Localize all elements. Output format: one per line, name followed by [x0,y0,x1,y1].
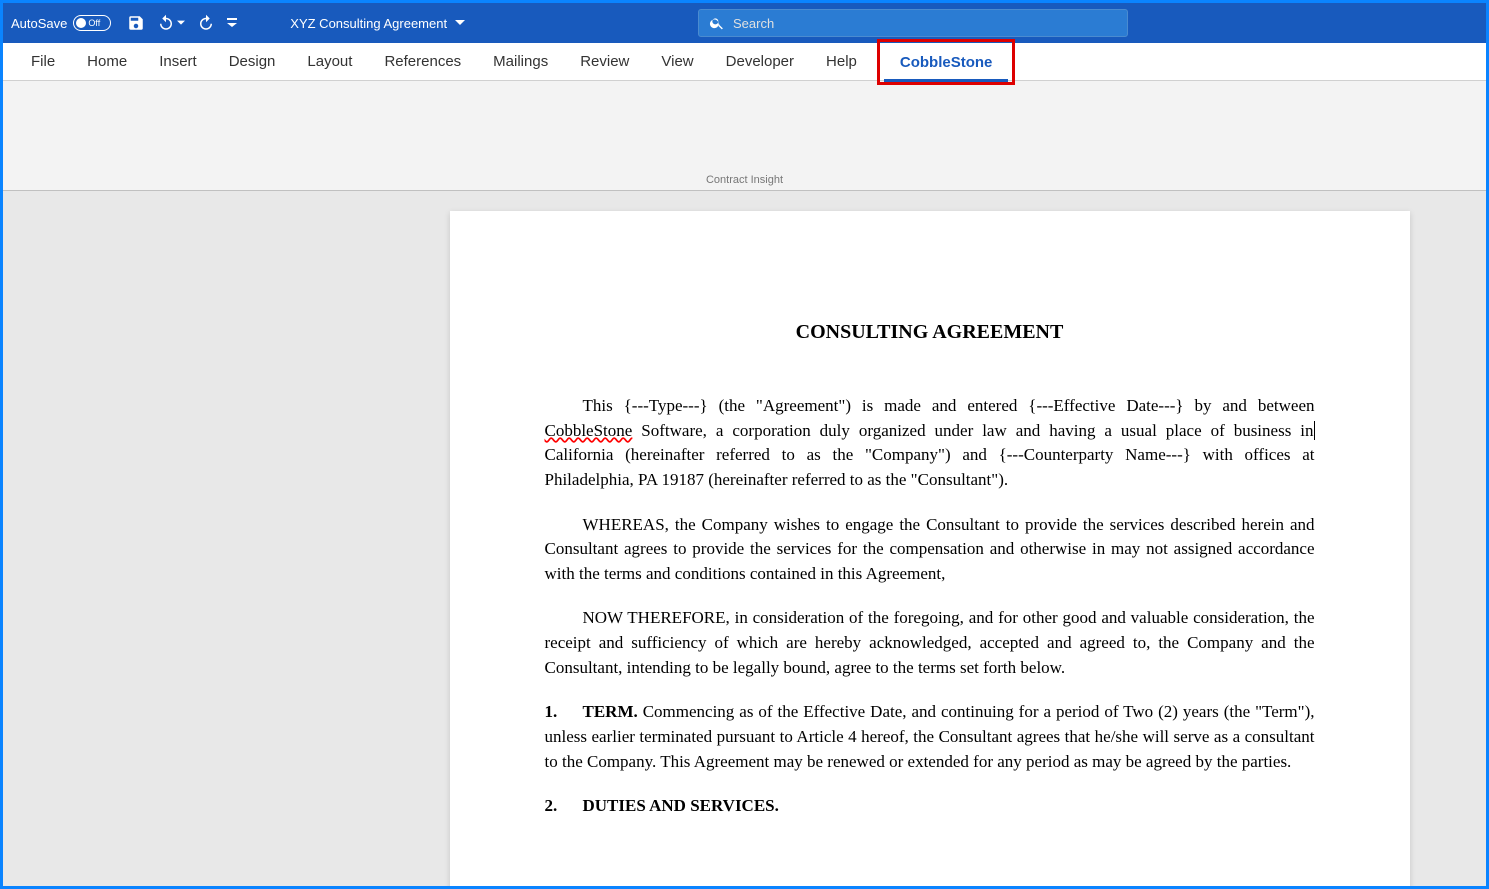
document-page: CONSULTING AGREEMENT This {---Type---} (… [450,211,1410,886]
tab-file[interactable]: File [15,45,71,78]
document-title: XYZ Consulting Agreement [290,16,447,31]
doc-heading: CONSULTING AGREEMENT [545,321,1315,344]
tab-insert[interactable]: Insert [143,45,213,78]
tab-view[interactable]: View [645,45,709,78]
ribbon-tabs: File Home Insert Design Layout Reference… [3,43,1486,81]
chevron-down-icon [455,18,465,28]
section-1[interactable]: 1.TERM. Commencing as of the Effective D… [545,700,1315,774]
section-2[interactable]: 2.DUTIES AND SERVICES. [545,794,1315,819]
tab-home[interactable]: Home [71,45,143,78]
search-placeholder: Search [733,16,774,31]
tab-references[interactable]: References [368,45,477,78]
document-title-area[interactable]: XYZ Consulting Agreement [57,16,698,31]
tab-mailings[interactable]: Mailings [477,45,564,78]
tab-layout[interactable]: Layout [291,45,368,78]
ribbon: Contract Insight [3,81,1486,191]
paragraph-3[interactable]: NOW THEREFORE, in consideration of the f… [545,606,1315,680]
paragraph-1[interactable]: This {---Type---} (the "Agreement") is m… [545,394,1315,493]
tab-cobblestone[interactable]: CobbleStone [884,46,1009,82]
doc-body[interactable]: This {---Type---} (the "Agreement") is m… [545,394,1315,819]
tab-help[interactable]: Help [810,45,873,78]
spell-error[interactable]: CobbleStone [545,421,633,440]
search-icon [709,15,725,31]
tab-design[interactable]: Design [213,45,292,78]
highlight-annotation: CobbleStone [877,39,1016,85]
paragraph-2[interactable]: WHEREAS, the Company wishes to engage th… [545,513,1315,587]
tab-review[interactable]: Review [564,45,645,78]
document-area[interactable]: CONSULTING AGREEMENT This {---Type---} (… [3,191,1486,886]
title-bar: AutoSave Off XYZ Consulting Agreement Se… [3,3,1486,43]
tab-developer[interactable]: Developer [710,45,810,78]
ribbon-group-label: Contract Insight [11,174,1478,190]
search-box[interactable]: Search [698,9,1128,37]
